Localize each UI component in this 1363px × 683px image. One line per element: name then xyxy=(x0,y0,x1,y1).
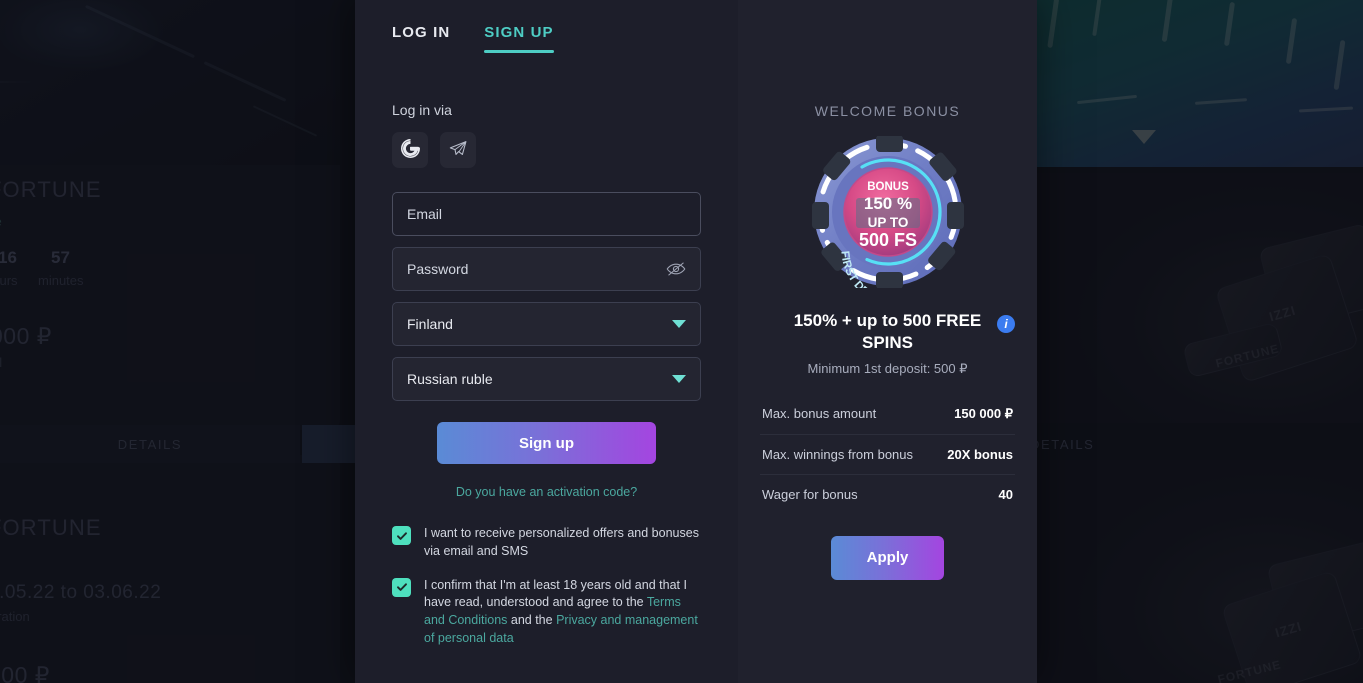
age-terms-text-2: and the xyxy=(507,613,557,627)
welcome-bonus-heading: WELCOME BONUS xyxy=(814,103,961,119)
row-value: 20X bonus xyxy=(947,446,1013,462)
google-icon xyxy=(400,139,420,161)
bonus-details-table: Max. bonus amount 150 000 ₽ Max. winning… xyxy=(760,394,1015,514)
wheel-line-2: 150 % xyxy=(863,194,911,213)
marketing-consent-checkbox[interactable] xyxy=(392,526,411,545)
welcome-bonus-pane: WELCOME BONUS BONUS 150 % UP TO 500 FS F… xyxy=(738,0,1037,683)
age-terms-consent-checkbox[interactable] xyxy=(392,577,411,597)
password-field[interactable] xyxy=(392,247,701,291)
tab-log-in[interactable]: LOG IN xyxy=(392,24,450,53)
consent-row-marketing: I want to receive personalized offers an… xyxy=(392,525,701,561)
chevron-down-icon xyxy=(672,375,686,383)
chevron-down-icon xyxy=(672,320,686,328)
password-input[interactable] xyxy=(407,261,666,277)
offer-subtitle: Minimum 1st deposit: 500 ₽ xyxy=(807,360,968,376)
check-icon xyxy=(396,583,407,591)
row-key: Wager for bonus xyxy=(762,486,858,502)
country-value: Finland xyxy=(407,316,453,332)
telegram-icon xyxy=(448,139,468,162)
check-icon xyxy=(396,531,407,540)
signup-pane: LOG IN SIGN UP Log in via Email Finland … xyxy=(355,0,1010,683)
screen: TERIES FORTUNE ve 16 hours 57 minutes 00… xyxy=(0,0,1363,683)
wheel-line-4: 500 FS xyxy=(858,230,916,250)
row-value: 40 xyxy=(998,486,1013,502)
row-key: Max. bonus amount xyxy=(762,406,877,421)
offer-title: 150% + up to 500 FREE SPINS xyxy=(793,311,982,352)
table-row: Wager for bonus 40 xyxy=(760,475,1015,514)
offer-title-row: 150% + up to 500 FREE SPINS i xyxy=(760,310,1015,354)
google-login-button[interactable] xyxy=(392,132,428,168)
auth-modal: LOG IN SIGN UP Log in via Email Finland … xyxy=(355,0,1037,683)
social-login-buttons xyxy=(392,132,701,168)
activation-code-link[interactable]: Do you have an activation code? xyxy=(392,485,701,499)
bonus-wheel-graphic: BONUS 150 % UP TO 500 FS FIRST DEPOSIT xyxy=(811,136,964,288)
row-value: 150 000 ₽ xyxy=(954,405,1013,421)
eye-off-icon[interactable] xyxy=(666,261,686,277)
country-select[interactable]: Finland xyxy=(392,302,701,346)
telegram-login-button[interactable] xyxy=(440,132,476,168)
row-key: Max. winnings from bonus xyxy=(762,446,914,462)
apply-bonus-button[interactable]: Apply xyxy=(831,535,944,580)
info-icon[interactable]: i xyxy=(997,315,1015,333)
email-field[interactable] xyxy=(392,192,701,236)
email-input[interactable] xyxy=(407,206,686,222)
auth-tabs: LOG IN SIGN UP xyxy=(392,24,701,53)
currency-value: Russian ruble xyxy=(407,371,493,387)
table-row: Max. winnings from bonus 20X bonus xyxy=(760,435,1015,475)
social-login-label: Log in via xyxy=(392,102,452,118)
signup-form: Finland Russian ruble xyxy=(392,192,701,401)
wheel-line-1: BONUS xyxy=(867,181,909,193)
table-row: Max. bonus amount 150 000 ₽ xyxy=(760,394,1015,435)
consent-row-age-terms: I confirm that I'm at least 18 years old… xyxy=(392,577,701,648)
bonus-wheel: BONUS 150 % UP TO 500 FS FIRST DEPOSIT xyxy=(760,136,1015,288)
age-terms-consent-text: I confirm that I'm at least 18 years old… xyxy=(424,577,701,648)
currency-select[interactable]: Russian ruble xyxy=(392,357,701,401)
marketing-consent-text: I want to receive personalized offers an… xyxy=(424,526,699,558)
tab-sign-up[interactable]: SIGN UP xyxy=(484,24,555,53)
consent-list: I want to receive personalized offers an… xyxy=(392,525,701,648)
wheel-line-3: UP TO xyxy=(867,215,908,230)
sign-up-button[interactable]: Sign up xyxy=(437,422,656,464)
